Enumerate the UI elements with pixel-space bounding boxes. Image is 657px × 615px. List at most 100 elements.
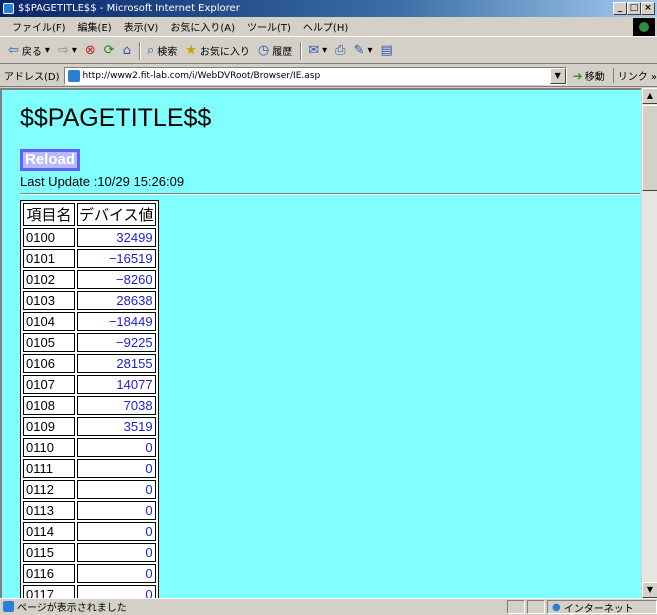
item-name-cell: 0107 [23,375,75,394]
status-panel [507,600,525,614]
device-value-cell: 3519 [77,417,156,436]
item-name-cell: 0117 [23,585,75,598]
home-icon: ⌂ [122,43,131,58]
item-name-cell: 0106 [23,354,75,373]
favorites-label: お気に入り [199,47,250,58]
status-panel [527,600,545,614]
table-row: 0103 28638 [23,291,156,310]
page-icon [67,69,80,82]
stop-button[interactable]: ⊗ [85,43,96,58]
table-row: 0100 32499 [23,228,156,247]
item-name-cell: 0116 [23,564,75,583]
address-url: http://www2.fit-lab.com/i/WebDVRoot/Brow… [82,70,321,81]
device-value-cell: 28155 [77,354,156,373]
go-button[interactable]: ➜ 移動 [573,68,605,84]
address-input[interactable]: http://www2.fit-lab.com/i/WebDVRoot/Brow… [63,66,567,85]
device-value-cell: 0 [77,543,156,562]
edit-button[interactable]: ✎ ▾ [354,43,373,58]
device-value-cell: 0 [77,522,156,541]
mail-button[interactable]: ✉ ▾ [308,43,327,58]
table-row: 0114 0 [23,522,156,541]
device-value-cell: −16519 [77,249,156,268]
status-bar: ページが表示されました ● インターネット [0,598,657,615]
home-button[interactable]: ⌂ [123,43,131,58]
table-row: 0115 0 [23,543,156,562]
table-row: 0109 3519 [23,417,156,436]
links-button[interactable]: リンク » [612,68,657,83]
forward-button[interactable]: ⇨ ▾ [58,43,77,58]
header-device-value: デバイス値 [77,203,156,226]
favorites-button[interactable]: ★ お気に入り [185,43,250,58]
device-value-cell: 0 [77,438,156,457]
table-row: 0101 −16519 [23,249,156,268]
table-row: 0105 −9225 [23,333,156,352]
toolbar-separator [138,41,141,60]
item-name-cell: 0105 [23,333,75,352]
discuss-icon: ▤ [380,43,393,58]
item-name-cell: 0110 [23,438,75,457]
edit-icon: ✎ [353,43,365,58]
address-bar: アドレス(D) http://www2.fit-lab.com/i/WebDVR… [0,65,657,87]
table-row: 0111 0 [23,459,156,478]
minimize-button[interactable]: _ [613,2,627,15]
device-value-cell: 0 [77,459,156,478]
scroll-down-button[interactable]: ▼ [642,582,657,598]
device-value-cell: 28638 [77,291,156,310]
status-panels: ● インターネット [507,600,657,615]
menu-tools[interactable]: ツール(T) [241,19,297,34]
device-value-cell: 0 [77,585,156,598]
vertical-scrollbar[interactable]: ▲ ▼ [641,88,657,598]
page-content: $$PAGETITLE$$ Reload Last Update :10/29 … [0,88,641,598]
item-name-cell: 0113 [23,501,75,520]
device-value-table: 項目名 デバイス値 0100 32499 0101 −16519 0102 −8260… [20,200,159,598]
scroll-up-button[interactable]: ▲ [642,88,657,104]
back-button[interactable]: ⇦ 戻る ▾ [8,43,50,58]
history-button[interactable]: ◷ 履歴 [258,43,292,58]
search-button[interactable]: ⌕ 検索 [147,43,177,58]
device-value-cell: −8260 [77,270,156,289]
stop-icon: ⊗ [84,43,96,58]
forward-arrow-icon: ⇨ [57,43,69,58]
horizontal-rule [20,193,640,195]
table-row: 0102 −8260 [23,270,156,289]
maximize-button[interactable]: □ [627,2,641,15]
refresh-button[interactable]: ⟳ [104,43,115,58]
favorites-icon: ★ [185,43,197,58]
device-value-cell: 7038 [77,396,156,415]
print-button[interactable]: ⎙ [335,43,345,58]
page-title: $$PAGETITLE$$ [20,104,212,132]
menu-favorites[interactable]: お気に入り(A) [164,19,241,34]
menu-view[interactable]: 表示(V) [118,19,165,34]
item-name-cell: 0111 [23,459,75,478]
discuss-button[interactable]: ▤ [381,43,393,58]
scroll-thumb[interactable] [642,105,657,191]
status-text: ページが表示されました [17,603,127,614]
device-value-cell: −18449 [77,312,156,331]
back-arrow-icon: ⇦ [8,43,19,58]
windows-logo-icon [633,18,655,36]
print-icon: ⎙ [335,43,346,58]
table-row: 0108 7038 [23,396,156,415]
mail-icon: ✉ [308,43,320,58]
forward-dropdown-icon: ▾ [71,45,77,56]
address-dropdown-button[interactable]: ▼ [549,67,566,84]
item-name-cell: 0115 [23,543,75,562]
device-value-cell: 0 [77,564,156,583]
go-label: 移動 [584,72,605,83]
back-dropdown-icon: ▾ [44,45,50,56]
search-label: 検索 [157,47,178,58]
menu-edit[interactable]: 編集(E) [72,19,118,34]
reload-button[interactable]: Reload [20,149,81,171]
close-button[interactable]: × [641,2,655,15]
item-name-cell: 0101 [23,249,75,268]
item-name-cell: 0100 [23,228,75,247]
security-zone: ● インターネット [547,600,657,615]
menu-help[interactable]: ヘルプ(H) [297,19,354,34]
device-value-cell: 0 [77,480,156,499]
item-name-cell: 0103 [23,291,75,310]
menu-file[interactable]: ファイル(F) [6,19,72,34]
history-icon: ◷ [257,43,270,58]
address-label: アドレス(D) [4,72,60,83]
header-item-name: 項目名 [23,203,75,226]
toolbar-separator [300,41,303,60]
